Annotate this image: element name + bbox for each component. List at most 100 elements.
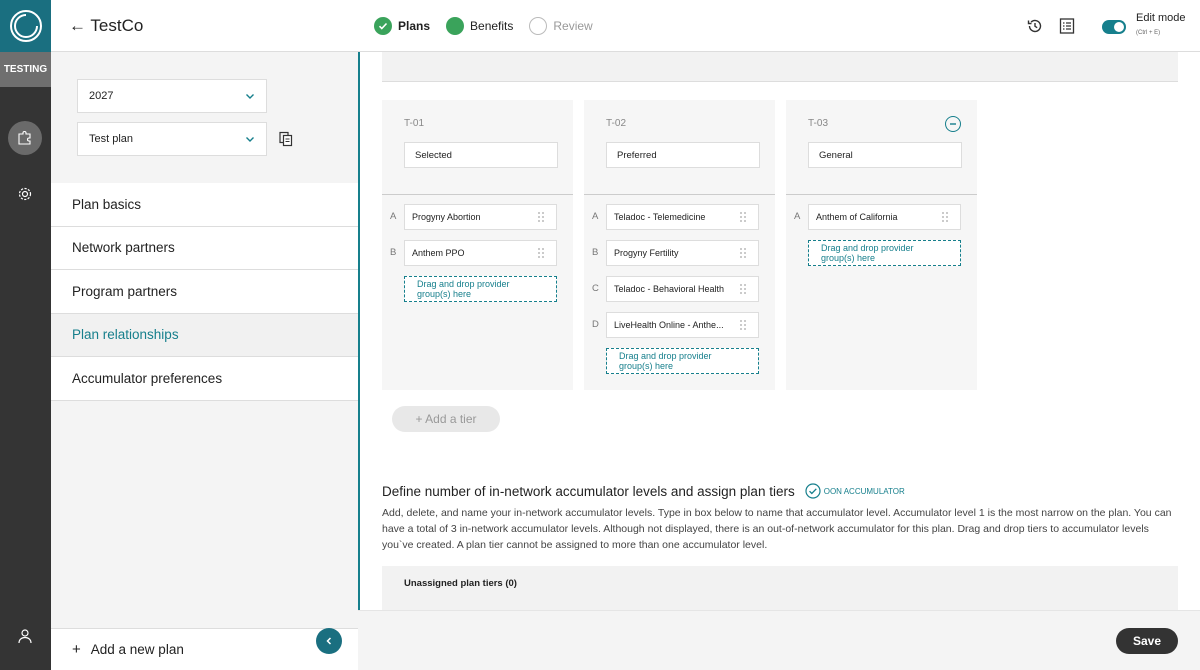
left-rail: TESTING	[0, 0, 51, 670]
history-button[interactable]	[1026, 17, 1044, 35]
accumulator-heading: Define number of in-network accumulator …	[382, 483, 795, 499]
user-icon	[18, 629, 32, 644]
provider-card[interactable]: Progyny Fertility	[606, 240, 759, 266]
tier-id: T-01	[404, 118, 425, 129]
edit-mode-label: Edit mode	[1136, 12, 1186, 24]
drag-handle-icon[interactable]	[739, 247, 747, 259]
save-button[interactable]: Save	[1116, 628, 1178, 654]
plan-select-value: Test plan	[89, 133, 134, 145]
provider-card[interactable]: Teladoc - Behavioral Health	[606, 276, 759, 302]
oon-badge-label: OON ACCUMULATOR	[823, 486, 905, 496]
provider-letter: B	[592, 247, 599, 258]
tier-name-input[interactable]: General	[808, 142, 962, 168]
provider-card[interactable]: Anthem PPO	[404, 240, 557, 266]
nav-network-partners[interactable]: Network partners	[51, 226, 358, 270]
top-bar: ← TestCo Plans Benefits Review Edit mode…	[51, 0, 1200, 52]
nav-accumulator-preferences[interactable]: Accumulator preferences	[51, 357, 358, 401]
details-button[interactable]	[1058, 17, 1076, 35]
copy-plan-button[interactable]	[278, 131, 294, 147]
provider-letter: B	[390, 247, 397, 258]
tier-id: T-02	[606, 118, 627, 129]
main-content: T-01 Selected A Progyny Abortion B Anthe…	[358, 52, 1200, 610]
environment-label: TESTING	[0, 52, 51, 87]
empty-dot-icon	[529, 17, 548, 35]
provider-row: A Progyny Abortion	[382, 204, 573, 230]
provider-dropzone[interactable]: Drag and drop provider group(s) here	[808, 240, 961, 266]
provider-row: C Teladoc - Behavioral Health	[584, 276, 775, 302]
plan-nav: Plan basics Network partners Program par…	[51, 183, 358, 401]
edit-mode-toggle[interactable]: Edit mode (Ctrl + E)	[1102, 12, 1186, 36]
provider-letter: D	[592, 319, 599, 330]
plus-icon: +	[72, 641, 81, 658]
add-tier-button[interactable]: + Add a tier	[392, 406, 500, 432]
nav-program-partners[interactable]: Program partners	[51, 270, 358, 314]
divider	[382, 194, 573, 195]
provider-letter: A	[390, 211, 397, 222]
drag-handle-icon[interactable]	[739, 211, 747, 223]
section-header-bar	[382, 52, 1178, 82]
drag-handle-icon[interactable]	[537, 211, 545, 223]
provider-row: B Progyny Fertility	[584, 240, 775, 266]
provider-row: D LiveHealth Online - Anthe...	[584, 312, 775, 338]
puzzle-icon	[18, 131, 31, 145]
provider-card[interactable]: Teladoc - Telemedicine	[606, 204, 759, 230]
provider-card[interactable]: Anthem of California	[808, 204, 961, 230]
tier-name-input[interactable]: Selected	[404, 142, 558, 168]
progress-stepper: Plans Benefits Review	[374, 17, 609, 35]
profile-button[interactable]	[8, 619, 42, 653]
oon-accumulator-badge: OON ACCUMULATOR	[805, 483, 905, 499]
step-label: Review	[553, 19, 593, 33]
history-icon	[1027, 19, 1042, 33]
provider-row: A Anthem of California	[786, 204, 977, 230]
plan-select[interactable]: Test plan	[77, 122, 267, 156]
provider-dropzone[interactable]: Drag and drop provider group(s) here	[606, 348, 759, 374]
accumulator-section: Define number of in-network accumulator …	[382, 483, 1180, 553]
step-label: Plans	[398, 19, 431, 33]
unassigned-label: Unassigned plan tiers (0)	[404, 578, 517, 589]
add-plan-label: Add a new plan	[90, 642, 184, 657]
nav-plan-relationships[interactable]: Plan relationships	[51, 313, 358, 357]
provider-row: B Anthem PPO	[382, 240, 573, 266]
nav-plan-basics[interactable]: Plan basics	[51, 183, 358, 227]
provider-card[interactable]: LiveHealth Online - Anthe...	[606, 312, 759, 338]
check-icon	[374, 17, 392, 35]
step-benefits[interactable]: Benefits	[446, 17, 513, 35]
year-select-value: 2027	[89, 90, 114, 102]
tier-name-input[interactable]: Preferred	[606, 142, 760, 168]
unassigned-tiers-area: Unassigned plan tiers (0)	[382, 566, 1178, 610]
back-link[interactable]: ← TestCo	[69, 16, 143, 36]
filled-dot-icon	[446, 17, 465, 35]
drag-handle-icon[interactable]	[537, 247, 545, 259]
drag-handle-icon[interactable]	[739, 319, 747, 331]
toggle-switch[interactable]	[1102, 20, 1126, 34]
app-logo[interactable]	[0, 0, 51, 52]
check-circle-icon	[805, 483, 821, 499]
logo-icon	[9, 10, 42, 42]
provider-letter: A	[592, 211, 599, 222]
provider-dropzone[interactable]: Drag and drop provider group(s) here	[404, 276, 557, 302]
drag-handle-icon[interactable]	[941, 211, 949, 223]
gear-icon	[18, 187, 32, 201]
provider-card[interactable]: Progyny Abortion	[404, 204, 557, 230]
step-review[interactable]: Review	[529, 17, 593, 35]
step-label: Benefits	[470, 19, 514, 33]
tier-column: T-03 General A Anthem of California Drag…	[786, 100, 977, 390]
collapse-sidebar-button[interactable]	[316, 628, 342, 654]
remove-tier-button[interactable]	[945, 116, 961, 132]
tier-column: T-02 Preferred A Teladoc - Telemedicine …	[584, 100, 775, 390]
footer-bar: Save	[358, 610, 1200, 670]
list-icon	[1059, 18, 1075, 34]
plans-nav-button[interactable]	[8, 121, 42, 155]
drag-handle-icon[interactable]	[739, 283, 747, 295]
chevron-down-icon	[246, 94, 254, 99]
provider-letter: A	[794, 211, 801, 222]
chevron-down-icon	[246, 137, 254, 142]
step-plans[interactable]: Plans	[374, 17, 430, 35]
copy-icon	[279, 131, 293, 147]
settings-nav-button[interactable]	[8, 177, 42, 211]
add-plan-button[interactable]: + Add a new plan	[51, 628, 358, 670]
chevron-left-icon	[326, 637, 332, 645]
year-select[interactable]: 2027	[77, 79, 267, 113]
minus-icon	[950, 123, 956, 125]
divider	[786, 194, 977, 195]
